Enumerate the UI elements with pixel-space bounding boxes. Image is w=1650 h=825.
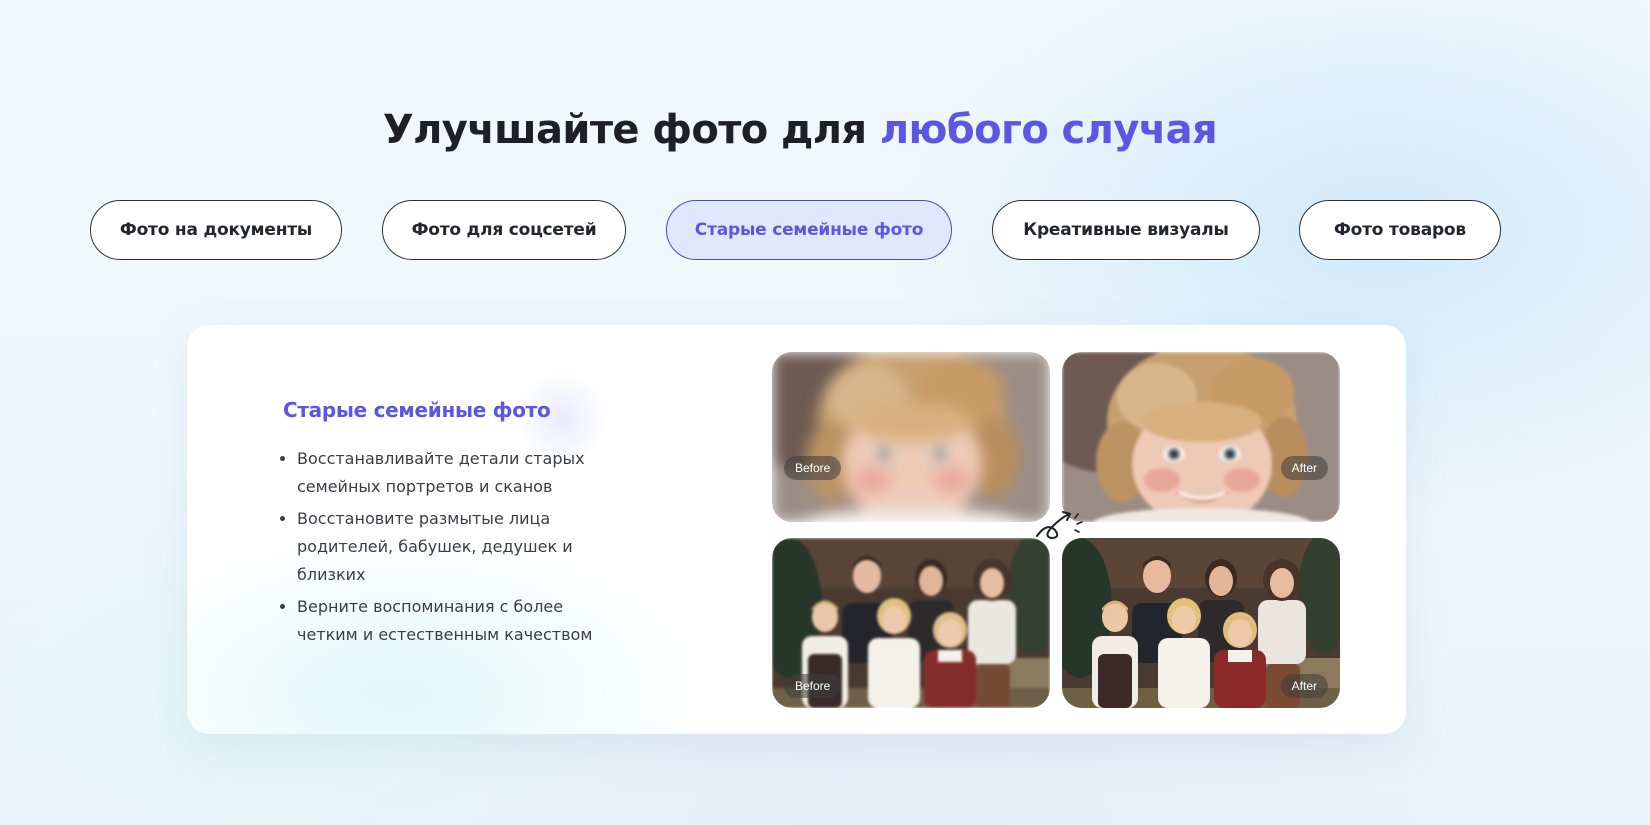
family-before-photo: Before xyxy=(772,538,1050,708)
feature-list-item: Восстановите размытые лица родителей, ба… xyxy=(297,505,627,589)
after-label: After xyxy=(1280,674,1328,698)
feature-list-item: Восстанавливайте детали старых семейных … xyxy=(297,445,627,501)
before-label: Before xyxy=(784,674,842,698)
before-label: Before xyxy=(784,456,842,480)
tab-creative-visuals[interactable]: Креативные визуалы xyxy=(992,200,1260,260)
card-title: Старые семейные фото xyxy=(283,398,551,422)
feature-list: Восстанавливайте детали старых семейных … xyxy=(273,445,627,653)
baby-before-photo: Before xyxy=(772,352,1050,522)
feature-list-item: Верните воспоминания с более четким и ес… xyxy=(297,593,627,649)
family-after-photo: After xyxy=(1062,538,1340,708)
after-label: After xyxy=(1280,456,1328,480)
tab-old-family-photo[interactable]: Старые семейные фото xyxy=(666,200,952,260)
heading-main: Улучшайте фото для xyxy=(382,107,880,153)
page-heading: Улучшайте фото для любого случая xyxy=(0,100,1600,160)
heading-accent: любого случая xyxy=(879,107,1218,153)
tab-id-photo[interactable]: Фото на документы xyxy=(90,200,342,260)
feature-card: Старые семейные фото Восстанавливайте де… xyxy=(187,325,1406,734)
curly-arrow-icon xyxy=(1036,511,1083,540)
tab-product-photo[interactable]: Фото товаров xyxy=(1299,200,1501,260)
baby-after-photo: After xyxy=(1062,352,1340,522)
tab-social-photo[interactable]: Фото для соцсетей xyxy=(382,200,626,260)
